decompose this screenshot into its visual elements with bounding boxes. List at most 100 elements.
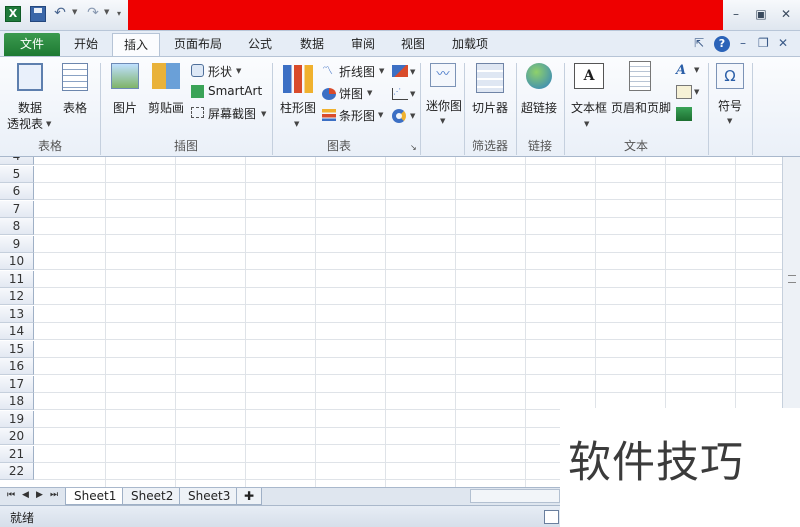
tab-page-layout[interactable]: 页面布局 xyxy=(168,33,228,56)
scatter-chart-icon[interactable]: ⋰ xyxy=(392,88,408,100)
area-dropdown-icon[interactable]: ▼ xyxy=(410,68,415,76)
row-header-11[interactable]: 11 xyxy=(0,271,34,288)
shapes-icon[interactable] xyxy=(191,64,204,77)
symbol-icon[interactable]: Ω xyxy=(716,63,744,89)
table-button[interactable]: 表格 xyxy=(56,99,94,116)
sheet-tab-1[interactable]: Sheet1 xyxy=(65,488,126,505)
help-icon[interactable]: ? xyxy=(714,36,730,52)
excel-logo-icon[interactable]: X xyxy=(5,6,21,22)
pivot-dropdown-icon[interactable]: ▼ xyxy=(46,120,51,128)
screenshot-dropdown-icon[interactable]: ▼ xyxy=(261,110,266,118)
clipart-button[interactable]: 剪贴画 xyxy=(144,99,188,116)
bar-dropdown-icon[interactable]: ▼ xyxy=(378,111,383,119)
row-header-18[interactable]: 18 xyxy=(0,393,34,410)
header-footer-icon[interactable] xyxy=(629,61,651,91)
column-chart-icon[interactable] xyxy=(283,65,313,93)
tab-home[interactable]: 开始 xyxy=(66,33,106,56)
charts-dialog-launcher-icon[interactable]: ↘ xyxy=(410,143,417,152)
row-header-7[interactable]: 7 xyxy=(0,201,34,218)
signature-line-icon[interactable] xyxy=(676,85,692,99)
redo-icon[interactable]: ↷ xyxy=(85,6,101,22)
textbox-icon[interactable]: A xyxy=(574,63,604,89)
pivot-table-icon[interactable] xyxy=(17,63,43,91)
bar-chart-icon[interactable] xyxy=(322,109,336,121)
close-icon[interactable]: ✕ xyxy=(777,6,795,22)
sheet-tab-2[interactable]: Sheet2 xyxy=(122,488,183,505)
undo-dropdown-icon[interactable]: ▼ xyxy=(72,8,77,16)
horizontal-scrollbar[interactable] xyxy=(470,489,560,503)
sheet-tab-3[interactable]: Sheet3 xyxy=(179,488,240,505)
wordart-icon[interactable]: A xyxy=(676,63,692,78)
scatter-dropdown-icon[interactable]: ▼ xyxy=(410,90,415,98)
row-header-10[interactable]: 10 xyxy=(0,253,34,270)
signature-dropdown-icon[interactable]: ▼ xyxy=(694,88,699,96)
picture-button[interactable]: 图片 xyxy=(106,99,144,116)
shapes-dropdown-icon[interactable]: ▼ xyxy=(236,67,241,75)
tab-file[interactable]: 文件 xyxy=(4,33,60,56)
tab-data[interactable]: 数据 xyxy=(292,33,332,56)
other-charts-icon[interactable] xyxy=(392,109,406,123)
tab-addins[interactable]: 加载项 xyxy=(444,33,496,56)
column-chart-button[interactable]: 柱形图 xyxy=(278,99,318,116)
screenshot-icon[interactable] xyxy=(191,107,204,118)
pie-chart-icon[interactable] xyxy=(322,88,336,100)
hyperlink-icon[interactable] xyxy=(526,63,552,89)
minimize-icon[interactable]: – xyxy=(727,6,745,22)
sparkline-icon[interactable]: 〰 xyxy=(430,63,456,87)
line-chart-icon[interactable]: 〽 xyxy=(322,65,336,77)
row-header-6[interactable]: 6 xyxy=(0,183,34,200)
screenshot-button[interactable]: 屏幕截图 xyxy=(208,105,256,122)
doc-minimize-icon[interactable]: – xyxy=(740,36,746,50)
tab-insert[interactable]: 插入 xyxy=(112,33,160,56)
smartart-button[interactable]: SmartArt xyxy=(208,84,262,98)
symbol-dropdown-icon[interactable]: ▼ xyxy=(727,117,732,125)
row-header-12[interactable]: 12 xyxy=(0,288,34,305)
restore-icon[interactable]: ▣ xyxy=(752,6,770,22)
line-dropdown-icon[interactable]: ▼ xyxy=(379,67,384,75)
row-header-20[interactable]: 20 xyxy=(0,428,34,445)
header-footer-button[interactable]: 页眉和页脚 xyxy=(610,99,672,116)
area-chart-icon[interactable] xyxy=(392,65,408,77)
sparkline-dropdown-icon[interactable]: ▼ xyxy=(440,117,445,125)
normal-view-icon[interactable] xyxy=(544,510,559,524)
row-header-17[interactable]: 17 xyxy=(0,376,34,393)
row-header-13[interactable]: 13 xyxy=(0,306,34,323)
picture-icon[interactable] xyxy=(111,63,139,89)
hyperlink-button[interactable]: 超链接 xyxy=(518,99,560,116)
pie-chart-button[interactable]: 饼图 xyxy=(339,85,363,102)
bar-chart-button[interactable]: 条形图 xyxy=(339,107,375,124)
wordart-dropdown-icon[interactable]: ▼ xyxy=(694,66,699,74)
slicer-button[interactable]: 切片器 xyxy=(467,99,513,116)
slicer-icon[interactable] xyxy=(476,63,504,93)
line-chart-button[interactable]: 折线图 xyxy=(339,63,375,80)
row-header-9[interactable]: 9 xyxy=(0,236,34,253)
column-dropdown-icon[interactable]: ▼ xyxy=(294,120,299,128)
clipart-icon[interactable] xyxy=(152,63,180,89)
doc-restore-icon[interactable]: ❐ xyxy=(758,36,769,50)
redo-dropdown-icon[interactable]: ▼ xyxy=(104,8,109,16)
tab-review[interactable]: 审阅 xyxy=(343,33,383,56)
doc-close-icon[interactable]: ✕ xyxy=(778,36,788,50)
row-header-14[interactable]: 14 xyxy=(0,323,34,340)
row-header-4[interactable]: 4 xyxy=(0,157,34,165)
row-header-8[interactable]: 8 xyxy=(0,218,34,235)
first-sheet-icon[interactable]: ⏮ xyxy=(7,490,15,500)
other-charts-dropdown-icon[interactable]: ▼ xyxy=(410,112,415,120)
sparkline-button[interactable]: 迷你图 xyxy=(424,97,464,114)
save-icon[interactable] xyxy=(30,6,46,22)
textbox-dropdown-icon[interactable]: ▼ xyxy=(584,120,589,128)
row-header-5[interactable]: 5 xyxy=(0,166,34,183)
row-header-15[interactable]: 15 xyxy=(0,341,34,358)
row-header-22[interactable]: 22 xyxy=(0,463,34,480)
insert-sheet-icon[interactable]: ✚ xyxy=(236,488,262,505)
customize-qa-icon[interactable]: ▾ xyxy=(117,9,121,18)
pivot-table-button[interactable]: 数据 xyxy=(8,99,52,116)
shapes-button[interactable]: 形状 xyxy=(208,63,232,80)
row-header-16[interactable]: 16 xyxy=(0,358,34,375)
prev-sheet-icon[interactable]: ◀ xyxy=(22,490,29,500)
tab-view[interactable]: 视图 xyxy=(393,33,433,56)
table-icon[interactable] xyxy=(62,63,88,91)
symbol-button[interactable]: 符号 xyxy=(712,97,748,114)
row-header-19[interactable]: 19 xyxy=(0,411,34,428)
smartart-icon[interactable] xyxy=(191,85,204,98)
